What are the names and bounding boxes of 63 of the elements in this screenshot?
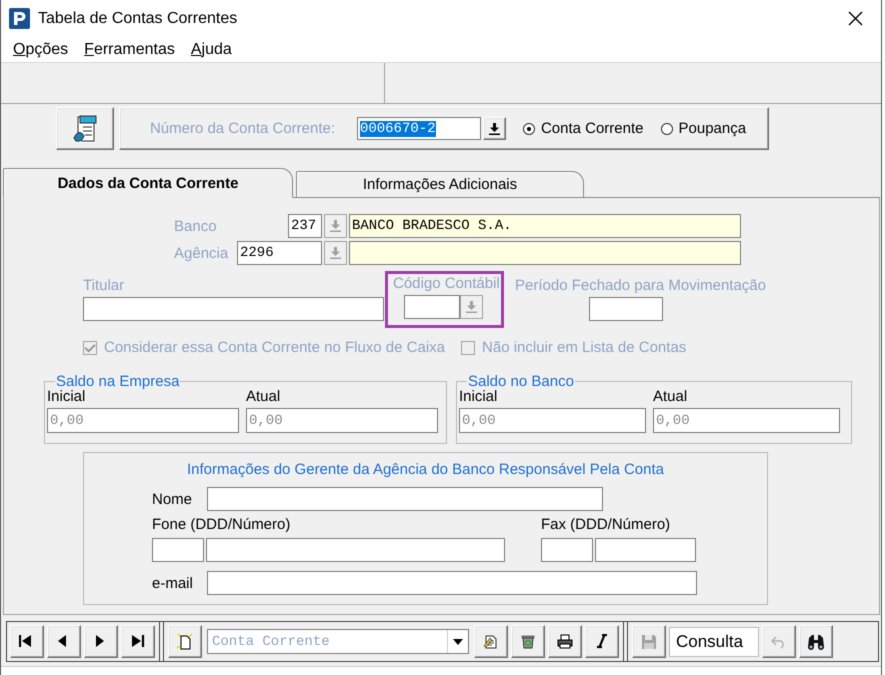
closed-period-field[interactable] xyxy=(589,297,663,321)
fax-area-field[interactable] xyxy=(541,538,593,562)
menu-item[interactable]: Ferramentas xyxy=(80,40,179,58)
field-label: Número da Conta Corrente: xyxy=(150,120,336,137)
window-title: Tabela de Contas Correntes xyxy=(38,10,238,28)
binoculars-icon xyxy=(807,634,825,650)
search-button[interactable] xyxy=(799,625,833,658)
radio-label[interactable]: Conta Corrente xyxy=(540,120,644,137)
print-button[interactable] xyxy=(548,625,582,658)
field-label: Agência xyxy=(174,244,228,262)
arrow-down-icon xyxy=(330,247,341,259)
arrow-down-icon xyxy=(488,122,500,134)
close-icon[interactable] xyxy=(848,11,863,26)
mode-field: Consulta xyxy=(669,626,759,656)
manager-name-field[interactable] xyxy=(207,487,603,511)
field-label: Inicial xyxy=(459,388,498,407)
field-label: Atual xyxy=(653,388,688,407)
fax-number-field[interactable] xyxy=(595,538,696,562)
printer-icon xyxy=(557,634,573,650)
field-label: Nome xyxy=(152,490,194,508)
field-label: Fax (DDD/Número) xyxy=(541,516,670,535)
delete-button[interactable] xyxy=(511,625,545,658)
next-button[interactable] xyxy=(84,625,118,658)
field-label: Atual xyxy=(246,388,280,407)
italic-icon xyxy=(594,634,610,650)
field-label: Fone (DDD/Número) xyxy=(152,516,290,535)
holder-field[interactable] xyxy=(83,297,384,321)
previous-button[interactable] xyxy=(47,625,81,658)
menu-item[interactable]: Opções xyxy=(9,40,72,58)
last-button[interactable] xyxy=(121,625,155,658)
account-button[interactable] xyxy=(56,107,114,150)
last-record-icon xyxy=(130,634,146,650)
phone-area-field[interactable] xyxy=(152,538,204,562)
new-button[interactable] xyxy=(168,625,202,658)
bank-name-field: BANCO BRADESCO S.A. xyxy=(349,214,741,238)
menu-item[interactable]: Ajuda xyxy=(186,40,236,58)
new-document-icon xyxy=(176,632,194,650)
phone-number-field[interactable] xyxy=(206,538,505,562)
field-label: Código Contábil xyxy=(393,275,500,294)
field-label: Titular xyxy=(83,277,124,296)
first-button[interactable] xyxy=(10,625,44,658)
field-label: Período Fechado para Movimentação xyxy=(515,277,766,296)
section-title: Informações do Gerente da Agência do Banco Responsável Pela Conta xyxy=(186,461,665,478)
caret-icon xyxy=(453,638,463,644)
radio-button[interactable] xyxy=(522,122,535,134)
account-number-field[interactable]: 0006670-2 xyxy=(356,117,481,140)
app-icon xyxy=(9,8,30,29)
radio-label[interactable]: Poupança xyxy=(678,120,746,137)
field-label: Inicial xyxy=(47,388,86,407)
field-label: e-mail xyxy=(152,574,194,592)
group-title: Saldo na Empresa xyxy=(55,373,180,390)
italic-button[interactable] xyxy=(585,625,619,658)
tab[interactable]: Informações Adicionais xyxy=(296,171,584,197)
email-field[interactable] xyxy=(207,571,697,595)
trash-bin-icon xyxy=(520,634,536,650)
field-label: Banco xyxy=(174,218,217,234)
document-pencil-icon xyxy=(483,634,499,650)
edit-button[interactable] xyxy=(474,625,508,658)
tab[interactable]: Dados da Conta Corrente xyxy=(3,168,293,198)
arrow-down-icon xyxy=(330,220,341,232)
group-title: Saldo no Banco xyxy=(467,373,575,390)
radio-button[interactable] xyxy=(660,122,672,134)
arrow-down-icon xyxy=(466,301,477,313)
